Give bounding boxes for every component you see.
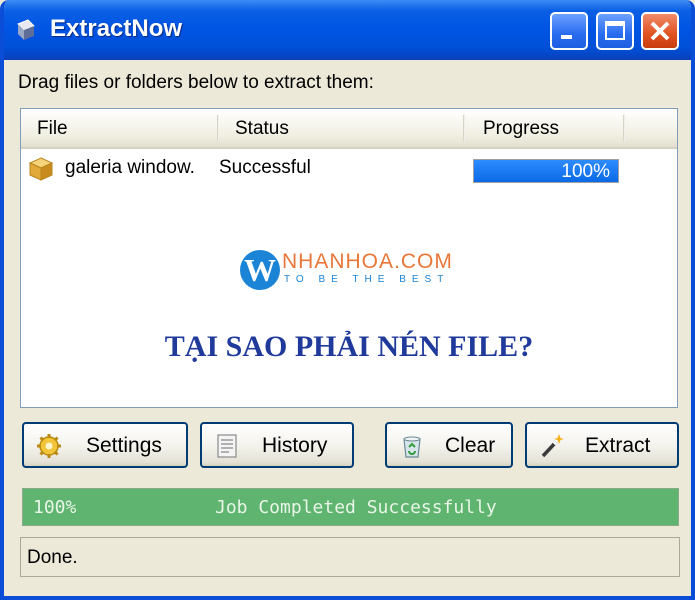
magic-wand-icon xyxy=(541,434,564,458)
row-progress-bar: 100% xyxy=(473,159,619,183)
recycle-bin-icon xyxy=(403,436,421,458)
job-progress-bar: 100% Job Completed Successfully xyxy=(22,488,679,526)
extractnow-window: ExtractNow Drag files or folders below t… xyxy=(0,0,695,600)
column-header-status[interactable]: Status xyxy=(235,118,289,140)
title-bar[interactable]: ExtractNow xyxy=(4,0,691,60)
archive-cube-icon xyxy=(28,157,54,181)
clear-label: Clear xyxy=(445,434,496,457)
window-title: ExtractNow xyxy=(50,15,183,42)
close-button[interactable] xyxy=(641,12,679,50)
history-button[interactable]: History xyxy=(200,422,354,468)
gear-icon xyxy=(37,434,61,458)
column-separator[interactable] xyxy=(623,115,625,141)
logo-tagline: TO BE THE BEST xyxy=(284,274,450,285)
column-separator[interactable] xyxy=(463,115,465,141)
close-icon xyxy=(650,21,670,41)
status-bar: Done. xyxy=(20,537,680,577)
settings-button[interactable]: Settings xyxy=(22,422,188,468)
status-text: Done. xyxy=(27,547,78,568)
row-file-name: galeria window. xyxy=(65,157,195,178)
settings-label: Settings xyxy=(86,434,162,457)
column-separator[interactable] xyxy=(217,115,219,141)
list-header: File Status Progress xyxy=(21,109,677,149)
nhanhoa-logo: W NHANHOA.COM TO BE THE BEST xyxy=(222,248,462,296)
instruction-label: Drag files or folders below to extract t… xyxy=(18,72,374,93)
document-icon xyxy=(217,434,237,458)
column-header-file[interactable]: File xyxy=(37,118,68,140)
extract-label: Extract xyxy=(585,434,651,457)
clear-button[interactable]: Clear xyxy=(385,422,513,468)
job-progress-percent: 100% xyxy=(33,497,77,518)
extractnow-app-icon xyxy=(17,19,35,40)
history-label: History xyxy=(262,434,328,457)
list-item[interactable]: galeria window. Successful 100% xyxy=(21,151,677,185)
maximize-icon xyxy=(605,21,625,40)
progress-percent: 100% xyxy=(561,161,610,182)
logo-badge: W xyxy=(240,250,280,290)
column-header-progress[interactable]: Progress xyxy=(483,118,559,140)
row-status: Successful xyxy=(219,157,311,178)
job-status-message: Job Completed Successfully xyxy=(215,497,497,518)
minimize-button[interactable] xyxy=(550,12,588,50)
logo-brand-text: NHANHOA.COM xyxy=(282,250,453,273)
overlay-headline: TẠI SAO PHẢI NÉN FILE? xyxy=(164,330,534,363)
extract-button[interactable]: Extract xyxy=(525,422,679,468)
maximize-button[interactable] xyxy=(596,12,634,50)
minimize-icon xyxy=(561,35,572,39)
